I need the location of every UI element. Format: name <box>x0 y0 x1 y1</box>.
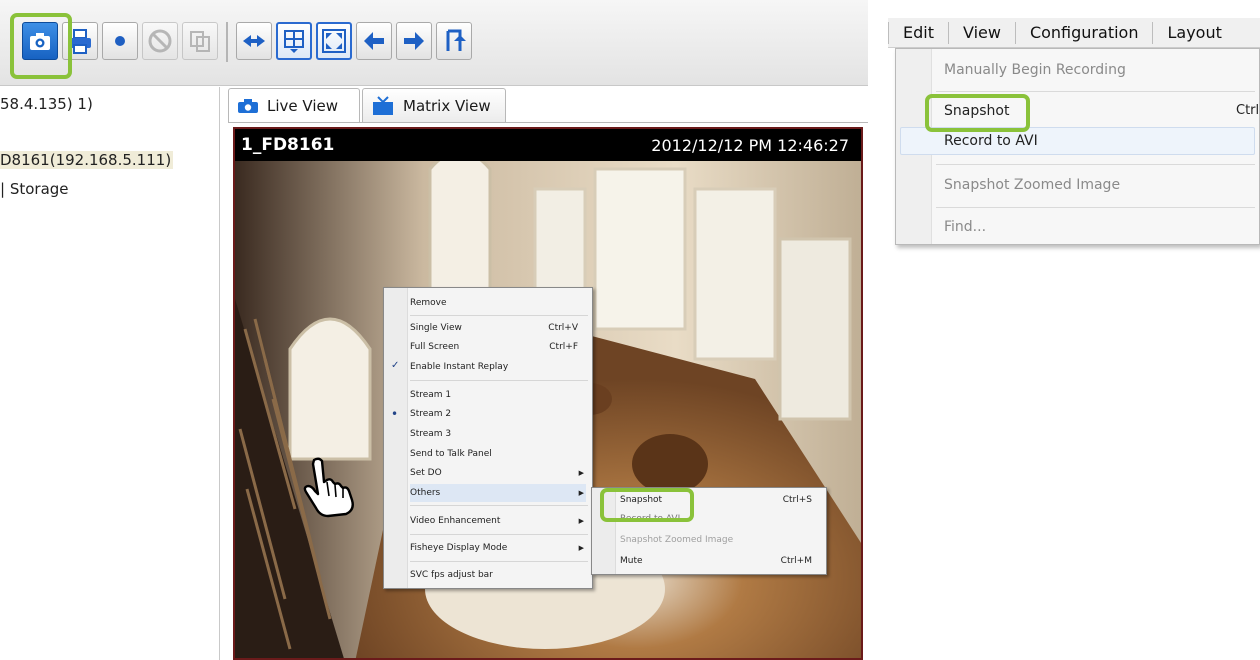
menu-separator <box>936 164 1255 165</box>
edit-item-manual-recording[interactable]: Manually Begin Recording <box>944 56 1259 84</box>
check-icon: ✓ <box>391 360 400 371</box>
prohibited-icon <box>148 29 172 53</box>
submenu-item-mute[interactable]: Mute Ctrl+M <box>620 552 820 570</box>
menu-separator <box>936 91 1255 92</box>
camera-name: 1_FD8161 <box>241 135 335 155</box>
tab-baseline <box>228 122 868 123</box>
menu-item-fisheye-mode-label: Fisheye Display Mode <box>410 543 508 553</box>
menu-item-video-enhancement[interactable]: Video Enhancement ▶ <box>410 512 586 530</box>
menu-item-video-enhancement-label: Video Enhancement <box>410 516 501 526</box>
tab-live-view[interactable]: Live View <box>228 88 360 122</box>
submenu-arrow-icon: ▶ <box>578 544 584 552</box>
context-menu-gutter <box>384 288 408 588</box>
menu-separator <box>410 561 588 562</box>
menu-item-remove[interactable]: Remove <box>410 294 586 312</box>
radio-dot-icon: • <box>391 407 399 421</box>
disable-button[interactable] <box>142 22 178 60</box>
menu-item-fisheye-mode[interactable]: Fisheye Display Mode ▶ <box>410 539 586 557</box>
tree-connector: | <box>0 180 10 198</box>
edit-item-find[interactable]: Find... <box>944 213 1259 241</box>
vms-app-window: 58.4.135) 1) D8161(192.168.5.111) | Stor… <box>0 0 868 660</box>
collapse-panel-button[interactable] <box>236 22 272 60</box>
arrow-left-icon <box>364 32 384 50</box>
expand-icon <box>322 29 346 53</box>
menu-separator <box>936 207 1255 208</box>
main-toolbar <box>0 0 868 86</box>
device-tree-panel: 58.4.135) 1) D8161(192.168.5.111) | Stor… <box>0 87 220 660</box>
menu-item-full-screen[interactable]: Full Screen Ctrl+F <box>410 338 586 356</box>
submenu-item-mute-label: Mute <box>620 556 643 566</box>
menu-item-svc-fps[interactable]: SVC fps adjust bar <box>410 566 586 584</box>
full-screen-button[interactable] <box>316 22 352 60</box>
shortcut-mute: Ctrl+M <box>780 556 812 566</box>
submenu-snapshot-highlight <box>600 488 694 522</box>
edit-item-snapshot-zoomed: Snapshot Zoomed Image <box>944 177 1121 193</box>
video-overlay-header: 1_FD8161 2012/12/12 PM 12:46:27 <box>235 129 861 161</box>
video-timestamp: 2012/12/12 PM 12:46:27 <box>651 135 849 155</box>
monitor-icon <box>373 95 393 115</box>
submenu-arrow-icon: ▶ <box>578 489 584 497</box>
return-arrow-icon <box>446 29 466 51</box>
menu-item-stream-1[interactable]: Stream 1 <box>410 386 586 404</box>
next-button[interactable] <box>396 22 432 60</box>
screenshot-composite: 58.4.135) 1) D8161(192.168.5.111) | Stor… <box>0 0 1260 660</box>
video-context-menu: Remove Single View Ctrl+V Full Screen Ct… <box>383 287 593 589</box>
shortcut-edit-snapshot: Ctrl+S <box>1236 103 1260 118</box>
menu-item-stream-3[interactable]: Stream 3 <box>410 425 586 443</box>
tab-live-view-label: Live View <box>267 96 338 115</box>
shortcut-full-screen: Ctrl+F <box>549 342 578 352</box>
menu-item-set-do-label: Set DO <box>410 468 442 478</box>
menu-separator <box>410 505 588 506</box>
menu-item-single-view-label: Single View <box>410 323 462 333</box>
tree-item-storage[interactable]: | Storage <box>0 180 69 198</box>
edit-menu-dropdown: Manually Begin Recording Snapshot Ctrl+S… <box>895 48 1260 245</box>
tree-item-server[interactable]: 58.4.135) 1) <box>0 95 93 113</box>
menu-separator <box>410 315 588 316</box>
submenu-item-snapshot-zoomed: Snapshot Zoomed Image <box>620 535 734 545</box>
record-dot-icon <box>115 36 125 46</box>
menu-view[interactable]: View <box>949 21 1016 44</box>
menu-separator <box>410 534 588 535</box>
toolbar-divider <box>226 22 228 62</box>
menu-separator <box>410 380 588 381</box>
grid-layout-icon <box>284 30 304 53</box>
menu-item-others-label: Others <box>410 488 441 498</box>
menu-item-set-do[interactable]: Set DO ▶ <box>410 464 586 482</box>
layout-grid-button[interactable] <box>276 22 312 60</box>
layout-swap-button[interactable] <box>182 22 218 60</box>
window-swap-icon <box>190 31 210 52</box>
menu-item-others[interactable]: Others ▶ <box>410 484 586 502</box>
menu-item-single-view[interactable]: Single View Ctrl+V <box>410 319 586 337</box>
menu-edit[interactable]: Edit <box>888 21 949 44</box>
menu-item-send-to-talk-panel[interactable]: Send to Talk Panel <box>410 445 586 463</box>
menu-layout[interactable]: Layout <box>1153 22 1235 44</box>
tree-item-storage-label: Storage <box>9 180 69 198</box>
menu-item-stream-2[interactable]: Stream 2 <box>410 405 586 423</box>
submenu-arrow-icon: ▶ <box>578 469 584 477</box>
tab-matrix-view[interactable]: Matrix View <box>362 88 506 122</box>
menu-item-instant-replay[interactable]: Enable Instant Replay <box>410 358 586 376</box>
edit-snapshot-highlight <box>925 94 1030 132</box>
snapshot-highlight <box>10 13 72 79</box>
camera-icon <box>238 98 258 113</box>
menu-configuration[interactable]: Configuration <box>1016 21 1154 44</box>
shortcut-single-view: Ctrl+V <box>548 323 578 333</box>
shortcut-snapshot: Ctrl+S <box>782 495 812 505</box>
tree-item-camera[interactable]: D8161(192.168.5.111) <box>0 151 174 169</box>
menu-item-full-screen-label: Full Screen <box>410 342 460 352</box>
hand-cursor-icon <box>303 457 354 518</box>
record-button[interactable] <box>102 22 138 60</box>
return-button[interactable] <box>436 22 472 60</box>
previous-button[interactable] <box>356 22 392 60</box>
tab-matrix-view-label: Matrix View <box>403 96 491 115</box>
menu-bar: Edit View Configuration Layout <box>888 18 1260 48</box>
arrow-right-icon <box>404 32 424 50</box>
submenu-arrow-icon: ▶ <box>578 517 584 525</box>
collapse-arrows-icon <box>243 35 265 47</box>
